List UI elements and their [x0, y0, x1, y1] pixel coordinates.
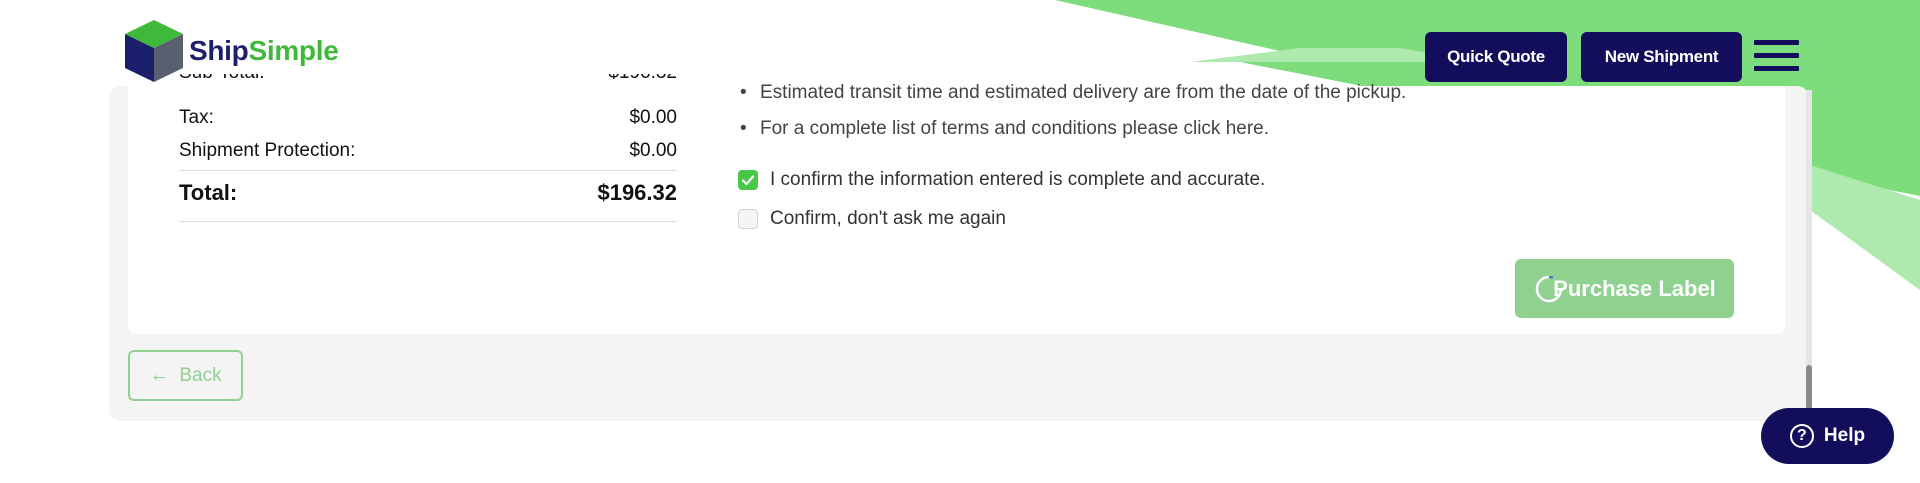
- new-shipment-button[interactable]: New Shipment: [1581, 32, 1742, 82]
- dont-ask-label[interactable]: Confirm, don't ask me again: [770, 208, 1006, 230]
- divider: [179, 170, 677, 171]
- scrollbar-thumb[interactable]: [1806, 365, 1812, 413]
- site-header: ShipSimple Quick Quote New Shipment: [0, 0, 1920, 86]
- note-terms-text[interactable]: For a complete list of terms and conditi…: [760, 118, 1269, 140]
- protection-row: Shipment Protection: $0.00: [179, 140, 677, 162]
- quick-quote-button[interactable]: Quick Quote: [1425, 32, 1567, 82]
- protection-label: Shipment Protection:: [179, 140, 356, 161]
- tax-row: Tax: $0.00: [179, 107, 677, 129]
- tax-label: Tax:: [179, 107, 214, 128]
- total-label: Total:: [179, 180, 238, 205]
- dont-ask-checkbox[interactable]: [738, 209, 758, 229]
- back-label: Back: [179, 364, 222, 386]
- question-circle-icon: ?: [1789, 424, 1814, 448]
- purchase-label-text: Purchase Label: [1553, 275, 1716, 301]
- confirm-accurate-row[interactable]: I confirm the information entered is com…: [738, 169, 1265, 191]
- logo-text: ShipSimple: [189, 35, 339, 66]
- logo[interactable]: ShipSimple: [123, 18, 339, 84]
- checkmark-icon: [741, 175, 755, 186]
- dont-ask-row[interactable]: Confirm, don't ask me again: [738, 208, 1006, 230]
- total-value: $196.32: [597, 180, 677, 205]
- arrow-left-icon: ←: [149, 364, 170, 386]
- hamburger-icon[interactable]: [1754, 40, 1799, 74]
- total-row: Total: $196.32: [179, 180, 677, 206]
- confirm-accurate-label[interactable]: I confirm the information entered is com…: [770, 169, 1265, 191]
- scrollbar-track[interactable]: [1806, 90, 1812, 410]
- tax-value: $0.00: [629, 107, 677, 128]
- help-label: Help: [1823, 425, 1866, 446]
- help-button[interactable]: ? Help: [1761, 408, 1894, 464]
- protection-value: $0.00: [629, 140, 677, 161]
- divider: [179, 221, 677, 222]
- confirm-accurate-checkbox[interactable]: [738, 170, 758, 190]
- purchase-label-button[interactable]: Purchase Label: [1515, 259, 1734, 318]
- cube-logo-icon: [125, 20, 183, 82]
- back-button[interactable]: ← Back: [128, 350, 243, 401]
